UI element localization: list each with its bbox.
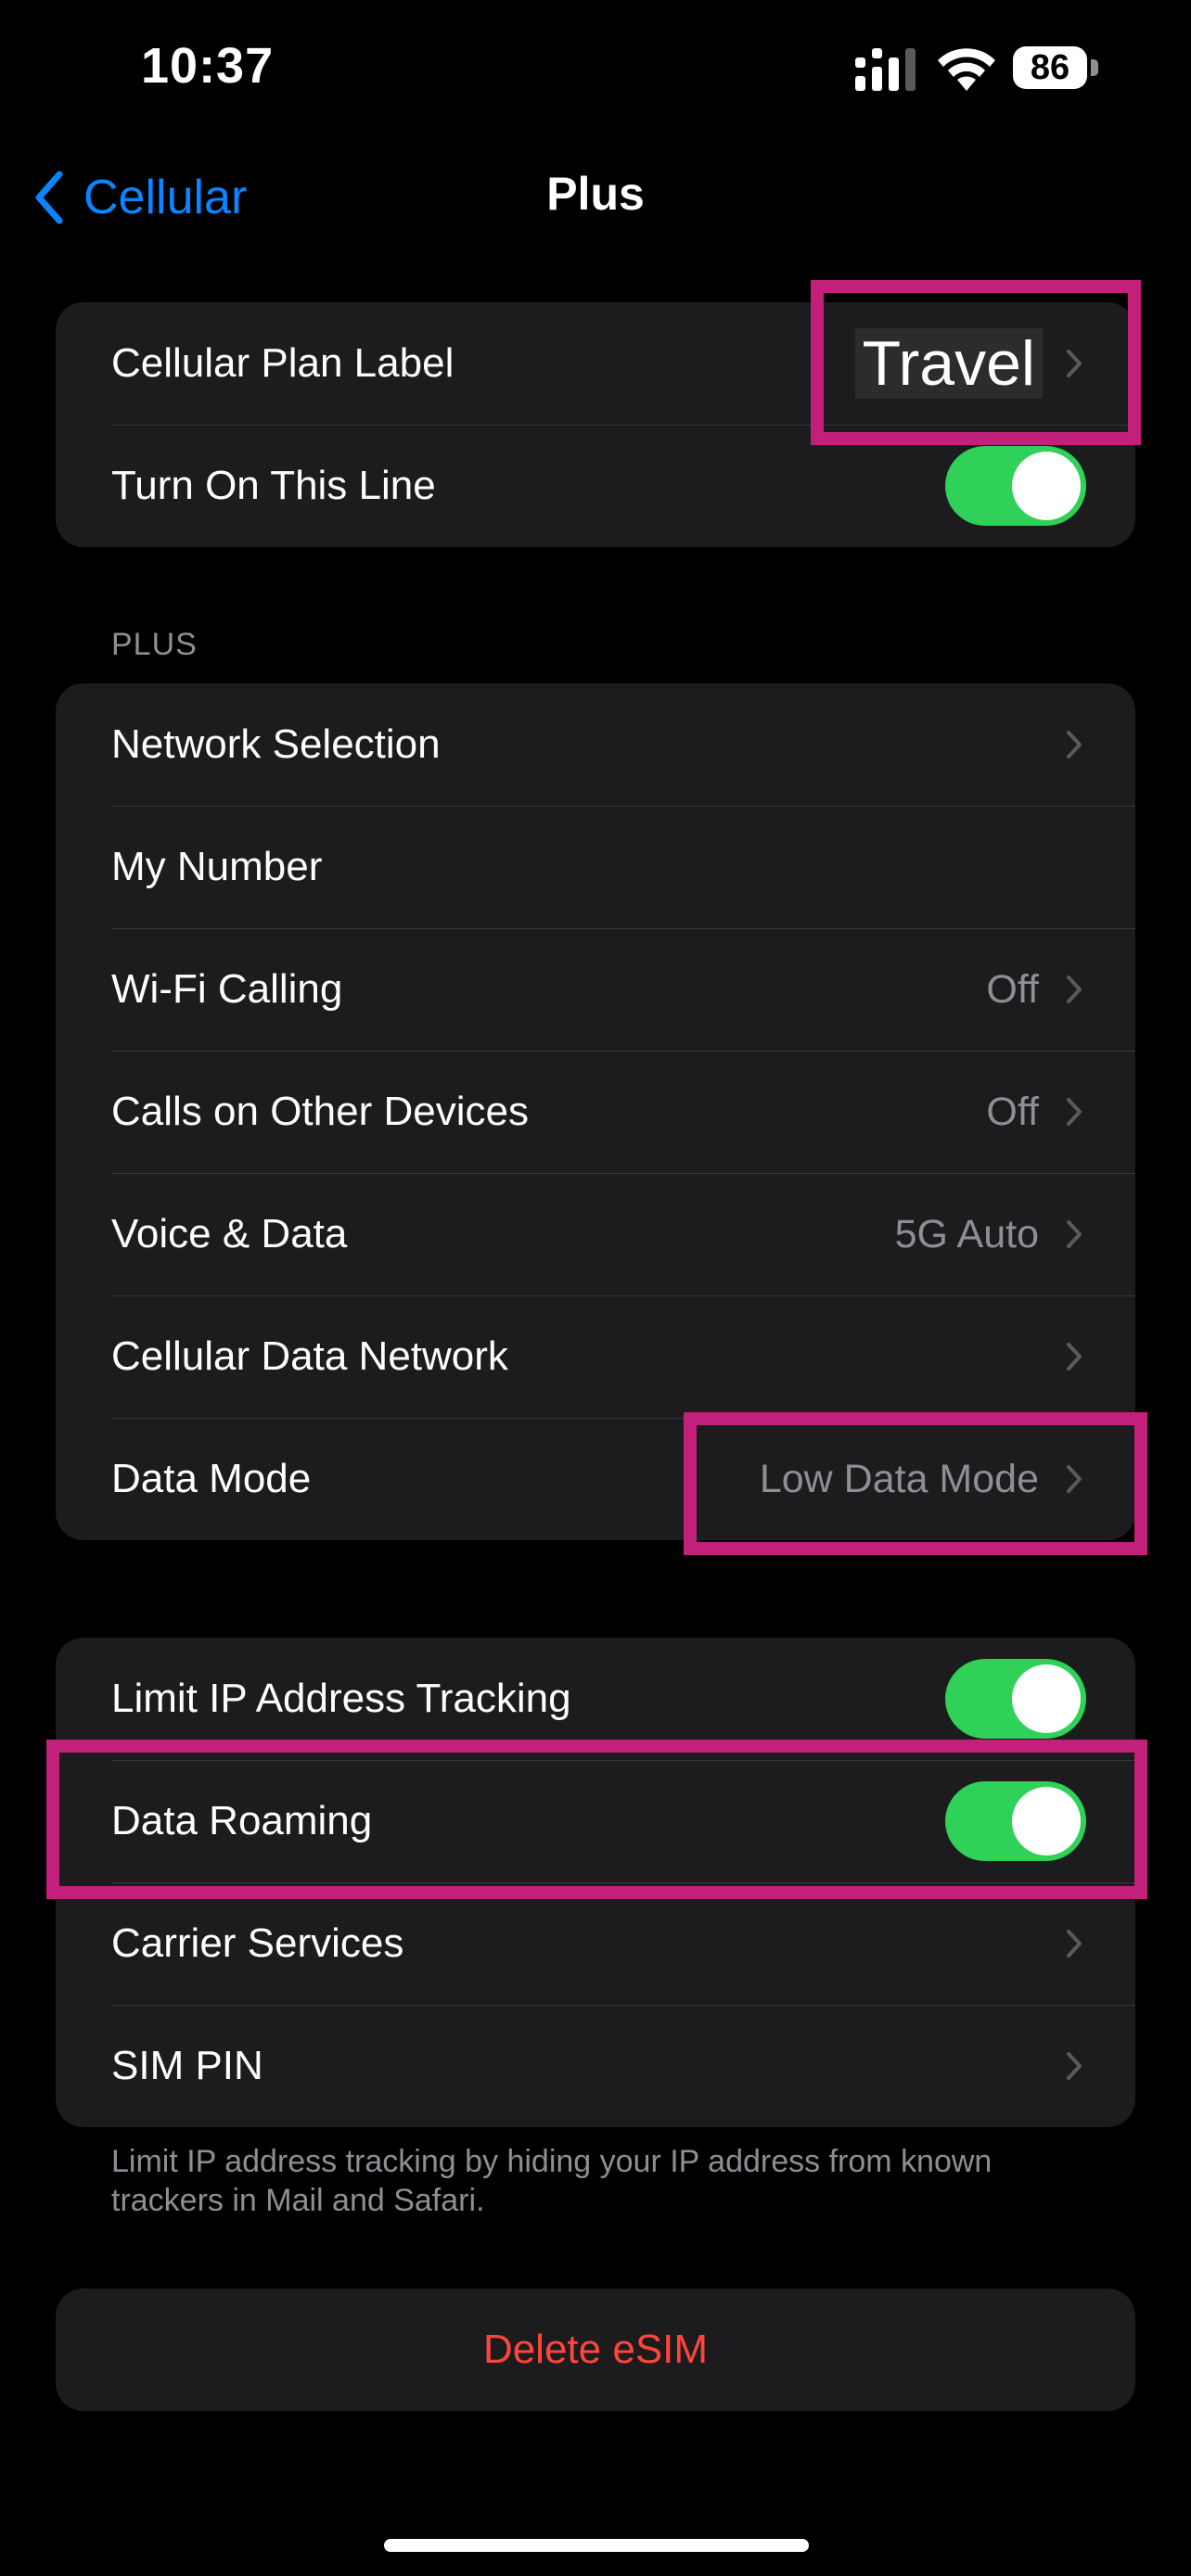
limit-ip-tracking-toggle[interactable] [945, 1659, 1086, 1739]
chevron-right-icon [1067, 1098, 1082, 1126]
chevron-right-icon [1067, 1465, 1082, 1493]
wifi-icon [938, 48, 995, 91]
network-selection-row[interactable]: Network Selection [56, 683, 1135, 806]
voice-data-row[interactable]: Voice & Data 5G Auto [56, 1173, 1135, 1295]
data-mode-row[interactable]: Data Mode Low Data Mode [56, 1418, 1135, 1540]
turn-on-line-label: Turn On This Line [111, 463, 436, 508]
calls-other-devices-value: Off [986, 1089, 1039, 1134]
data-roaming-label: Data Roaming [111, 1798, 373, 1843]
chevron-right-icon [1067, 1930, 1082, 1958]
cellular-plan-label-row[interactable]: Cellular Plan Label Travel [56, 302, 1135, 425]
cellular-plan-value: Travel [854, 328, 1043, 399]
turn-on-line-row: Turn On This Line [56, 425, 1135, 547]
limit-ip-footer-note: Limit IP address tracking by hiding your… [111, 2144, 992, 2218]
calls-other-devices-label: Calls on Other Devices [111, 1089, 529, 1134]
wifi-calling-value: Off [986, 966, 1039, 1012]
my-number-row[interactable]: My Number [56, 806, 1135, 928]
chevron-right-icon [1067, 731, 1082, 759]
plus-settings-group: Network Selection My Number Wi-Fi Callin… [56, 683, 1135, 1540]
voice-data-value: 5G Auto [894, 1211, 1039, 1256]
cellular-data-network-label: Cellular Data Network [111, 1333, 508, 1379]
privacy-settings-group: Limit IP Address Tracking Data Roaming C… [56, 1638, 1135, 2127]
data-roaming-row: Data Roaming [56, 1760, 1135, 1882]
limit-ip-tracking-label: Limit IP Address Tracking [111, 1676, 571, 1721]
navigation-bar: Cellular Plus [0, 148, 1191, 241]
sim-pin-row[interactable]: SIM PIN [56, 2005, 1135, 2127]
battery-icon: 86 [1013, 46, 1102, 91]
cellular-plan-label: Cellular Plan Label [111, 340, 455, 386]
section-header-plus: PLUS [111, 627, 198, 662]
calls-other-devices-row[interactable]: Calls on Other Devices Off [56, 1051, 1135, 1173]
sim-pin-label: SIM PIN [111, 2043, 263, 2088]
chevron-right-icon [1067, 2052, 1082, 2080]
data-roaming-toggle[interactable] [945, 1781, 1086, 1861]
carrier-services-row[interactable]: Carrier Services [56, 1882, 1135, 2005]
my-number-label: My Number [111, 844, 323, 889]
chevron-right-icon [1067, 976, 1082, 1003]
wifi-calling-row[interactable]: Wi-Fi Calling Off [56, 928, 1135, 1051]
status-bar: 10:37 86 [0, 0, 1191, 139]
voice-data-label: Voice & Data [111, 1211, 348, 1256]
cellular-data-network-row[interactable]: Cellular Data Network [56, 1295, 1135, 1418]
carrier-services-label: Carrier Services [111, 1920, 404, 1966]
clock: 10:37 [141, 38, 275, 94]
home-indicator[interactable] [384, 2539, 809, 2552]
data-mode-label: Data Mode [111, 1456, 312, 1501]
data-mode-value: Low Data Mode [759, 1456, 1039, 1501]
chevron-right-icon [1067, 1220, 1082, 1248]
limit-ip-tracking-row: Limit IP Address Tracking [56, 1638, 1135, 1760]
wifi-calling-label: Wi-Fi Calling [111, 966, 343, 1012]
page-title: Plus [546, 168, 645, 220]
chevron-right-icon [1067, 350, 1082, 377]
chevron-right-icon [1067, 1343, 1082, 1371]
network-selection-label: Network Selection [111, 721, 441, 767]
cellular-signal-icon [855, 48, 916, 91]
delete-esim-button[interactable]: Delete eSIM [56, 2289, 1135, 2411]
plan-settings-group: Cellular Plan Label Travel Turn On This … [56, 302, 1135, 547]
turn-on-line-toggle[interactable] [945, 446, 1086, 526]
battery-level: 86 [1013, 46, 1087, 89]
